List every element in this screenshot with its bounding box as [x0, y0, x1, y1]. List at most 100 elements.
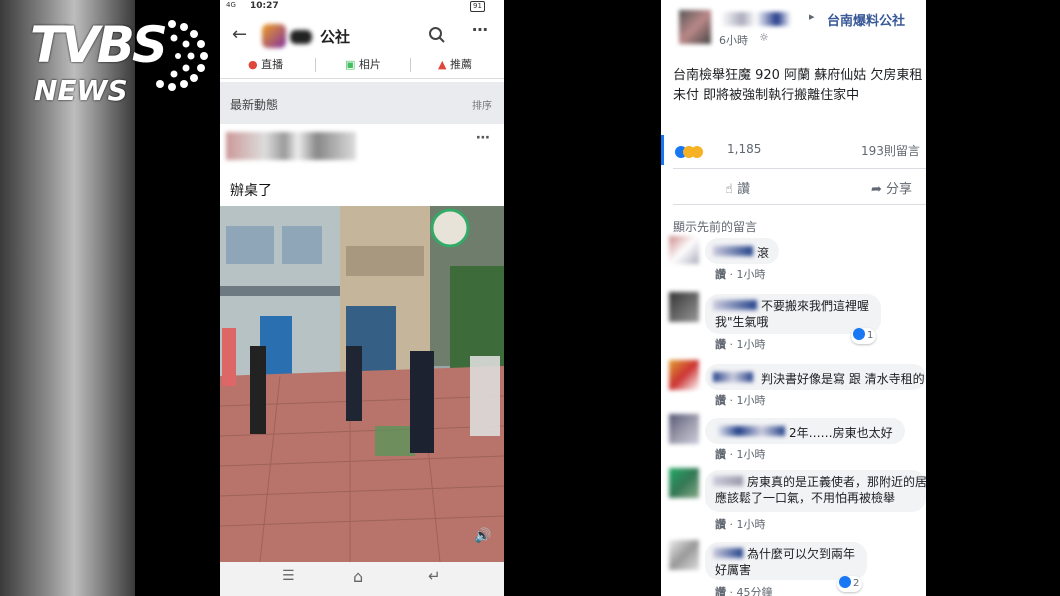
photo-icon: ▣: [345, 58, 356, 71]
share-arrow-icon: ➦: [871, 182, 882, 197]
like-button-label: 讚: [737, 182, 751, 197]
logo-dot-pattern: [156, 20, 208, 91]
comment-text: 房東真的是正義使者，那附近的居民，應該鬆了一口氣，不用怕再被檢舉: [715, 475, 926, 505]
commenter-avatar: [669, 540, 699, 570]
post-text: 辦桌了: [230, 183, 272, 199]
tab-divider: [315, 58, 316, 72]
redacted-author: [226, 132, 356, 160]
post-time[interactable]: 6小時: [719, 32, 748, 48]
facebook-post-panel: ▸ 台南爆料公社 6小時 ☼ 台南檢舉狂魔 920 阿蘭 蘇府仙姑 欠房東租 未…: [661, 0, 926, 596]
back-icon[interactable]: ↵: [428, 567, 441, 585]
phone-status-bar: 4G 10:27 91: [220, 0, 504, 14]
commenter-avatar: [669, 414, 699, 444]
volume-icon[interactable]: 🔊: [474, 528, 491, 544]
phone-screenshot: 4G 10:27 91 ← 公社 ⋯ ● 直播 ▣ 相片 ▲ 推薦 最新動態 排…: [220, 0, 504, 596]
battery-icon: 91: [470, 1, 485, 12]
tab-recommend-label: 推薦: [449, 58, 472, 71]
tab-divider: [410, 58, 411, 72]
comment-like-link[interactable]: 讚: [715, 338, 726, 351]
person-silhouette: [410, 351, 434, 453]
wow-reaction-icon: [691, 146, 703, 158]
comment-like-link[interactable]: 讚: [715, 394, 726, 407]
comment-bubble: 房東真的是正義使者，那附近的居民，應該鬆了一口氣，不用怕再被檢舉: [705, 470, 926, 512]
group-avatar: [262, 24, 286, 48]
sort-button[interactable]: 排序: [472, 97, 492, 112]
comment-time[interactable]: 1小時: [737, 394, 766, 407]
right-black-margin: [926, 0, 1060, 596]
arrow-icon: ▸: [809, 10, 815, 23]
group-title: 公社: [320, 28, 351, 46]
recommend-icon: ▲: [438, 58, 447, 71]
like-reaction-icon: [839, 576, 851, 588]
back-arrow-icon[interactable]: ←: [232, 24, 247, 45]
tvbs-news-logo: TVBS NEWS: [30, 16, 210, 112]
tab-live[interactable]: ● 直播: [248, 56, 283, 72]
redacted-author-name: [721, 12, 791, 26]
reaction-icons[interactable]: [675, 141, 705, 160]
redacted-commenter-name: [713, 372, 753, 382]
comment-like-link[interactable]: 讚: [715, 586, 726, 596]
tab-recommend[interactable]: ▲ 推薦: [438, 56, 472, 72]
divider: [673, 168, 926, 169]
comment-like-link[interactable]: 讚: [715, 448, 726, 461]
comment-reaction-badge[interactable]: 1: [851, 328, 877, 344]
redacted-commenter-name: [713, 246, 753, 256]
feed-header: 最新動態 排序: [220, 82, 504, 124]
comment-reaction-count: 2: [853, 578, 860, 589]
signal-icon: 4G: [226, 1, 236, 9]
comment-bubble: 滾: [705, 238, 779, 264]
video-frame: [220, 206, 504, 562]
feed-post: ⋯ 辦桌了: [220, 124, 504, 206]
commenter-avatar: [669, 360, 699, 390]
focus-indicator: [661, 135, 664, 165]
comment-reaction-count: 1: [867, 330, 874, 341]
live-icon: ●: [248, 58, 258, 71]
comment-reaction-badge[interactable]: 2: [837, 576, 863, 592]
commenter-avatar: [669, 292, 699, 322]
share-button-label: 分享: [886, 182, 913, 197]
search-icon[interactable]: [428, 26, 446, 44]
tab-live-label: 直播: [261, 58, 284, 71]
tab-photos-label: 相片: [358, 58, 381, 71]
android-nav-bar: ☰ ⌂ ↵: [220, 562, 504, 596]
share-button[interactable]: ➦ 分享: [871, 178, 912, 197]
status-time: 10:27: [250, 1, 279, 11]
comment-text: 判決書好像是寫 跟 清水寺租的: [761, 372, 925, 386]
comment-time[interactable]: 1小時: [737, 268, 766, 281]
person-silhouette: [346, 346, 362, 421]
street-video[interactable]: 🔊: [220, 206, 504, 562]
comment-bubble: 判決書好像是寫 跟 清水寺租的: [705, 364, 926, 390]
person-silhouette: [222, 328, 236, 386]
divider: [673, 204, 926, 205]
comment-time[interactable]: 1小時: [737, 448, 766, 461]
redacted-commenter-name: [715, 426, 785, 436]
comment-count[interactable]: 193則留言: [861, 142, 920, 159]
comment-time[interactable]: 1小時: [737, 338, 766, 351]
show-previous-comments-link[interactable]: 顯示先前的留言: [673, 218, 757, 235]
globe-icon: ☼: [759, 31, 769, 44]
comment-like-link[interactable]: 讚: [715, 268, 726, 281]
group-tabs: ● 直播 ▣ 相片 ▲ 推薦: [220, 54, 504, 79]
comment-time[interactable]: 45分鐘: [737, 586, 773, 596]
app-bar: ← 公社 ⋯: [220, 14, 504, 56]
reaction-count[interactable]: 1,185: [727, 142, 761, 156]
comment-time[interactable]: 1小時: [737, 518, 766, 531]
like-button[interactable]: ☝ 讚: [725, 178, 750, 197]
comment-like-link[interactable]: 讚: [715, 518, 726, 531]
page-name-link[interactable]: 台南爆料公社: [827, 10, 905, 29]
comment-text: 滾: [757, 246, 770, 260]
feed-heading: 最新動態: [230, 98, 279, 112]
page-avatar: [679, 10, 711, 44]
menu-icon[interactable]: ☰: [282, 568, 295, 584]
comment-text: 不要搬來我們這裡喔 我"生氣哦: [715, 299, 870, 329]
comment-text: 為什麼可以欠到兩年 好厲害: [715, 547, 856, 577]
person-silhouette: [250, 346, 266, 434]
thumbs-up-icon: ☝: [725, 182, 733, 197]
more-options-icon[interactable]: ⋯: [472, 20, 488, 39]
commenter-avatar: [669, 468, 699, 498]
home-icon[interactable]: ⌂: [353, 567, 363, 586]
post-more-icon[interactable]: ⋯: [476, 130, 490, 146]
tab-photos[interactable]: ▣ 相片: [345, 56, 381, 72]
comment-bubble: 2年……房東也太好: [705, 418, 905, 444]
commenter-avatar: [669, 236, 699, 264]
